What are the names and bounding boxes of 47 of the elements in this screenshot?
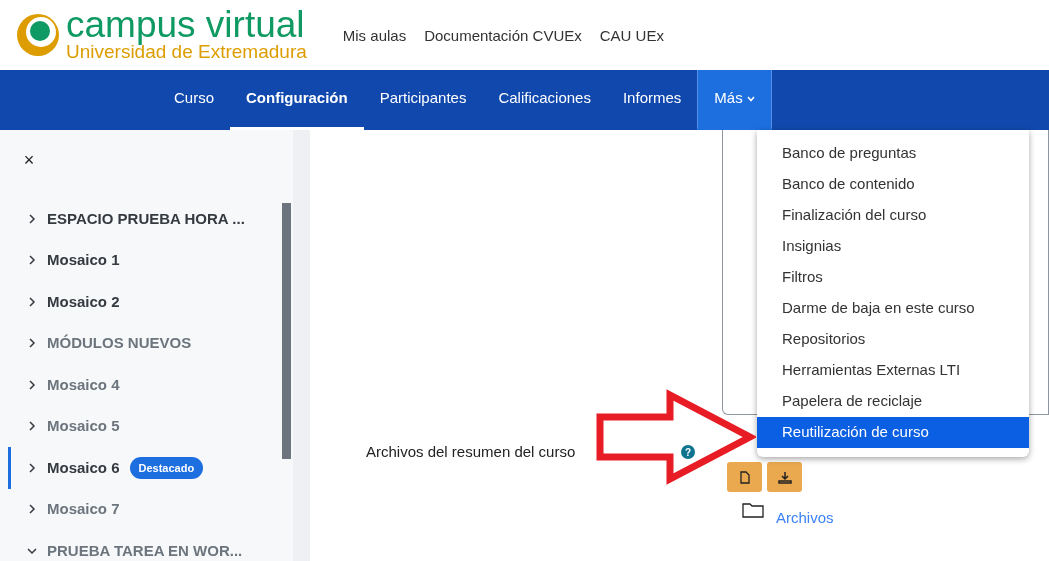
chevron-down-icon (27, 545, 37, 556)
nav-tab[interactable]: Calificaciones (482, 70, 607, 130)
download-icon (777, 470, 792, 484)
logo-icon (16, 13, 60, 57)
sidebar-item[interactable]: PRUEBA TAREA EN WOR... (8, 530, 293, 561)
chevron-right-icon (27, 255, 37, 266)
menu-item[interactable]: Banco de contenido (757, 169, 1029, 200)
top-link[interactable]: Documentación CVUEx (424, 24, 582, 48)
folder-link[interactable]: Archivos (776, 507, 834, 530)
menu-item[interactable]: Herramientas Externas LTI (757, 355, 1029, 386)
menu-item[interactable]: Papelera de reciclaje (757, 386, 1029, 417)
chevron-right-icon (27, 462, 37, 473)
menu-item[interactable]: Insignias (757, 231, 1029, 262)
file-icon (739, 470, 750, 484)
sidebar-item[interactable]: Mosaico 1 (8, 239, 293, 281)
menu-item[interactable]: Reutilización de curso (757, 417, 1029, 448)
file-icon-button[interactable] (727, 462, 762, 492)
chevron-right-icon (27, 379, 37, 390)
nav-tab[interactable]: Curso (158, 70, 230, 130)
menu-item[interactable]: Filtros (757, 262, 1029, 293)
sidebar-item[interactable]: ESPACIO PRUEBA HORA ... (8, 198, 293, 240)
download-button[interactable] (767, 462, 802, 492)
caret-icon (746, 95, 755, 102)
menu-item[interactable]: Repositorios (757, 324, 1029, 355)
close-button[interactable]: × (22, 150, 36, 170)
chevron-right-icon (27, 421, 37, 432)
sidebar-item[interactable]: Mosaico 7 (8, 488, 293, 530)
more-menu-button[interactable]: Más (697, 70, 772, 130)
featured-badge: Destacado (129, 456, 204, 479)
folder-icon (742, 502, 764, 518)
help-icon[interactable]: ? (681, 445, 695, 460)
top-link[interactable]: CAU UEx (599, 24, 664, 48)
menu-item[interactable]: Finalización del curso (757, 200, 1029, 231)
chevron-right-icon (27, 504, 37, 515)
nav-tab[interactable]: Participantes (363, 70, 483, 130)
sidebar-item[interactable]: Mosaico 4 (8, 364, 293, 406)
nav-tab[interactable]: Informes (606, 70, 698, 130)
field-label: Archivos del resumen del curso (366, 442, 577, 462)
menu-item[interactable]: Banco de preguntas (757, 138, 1029, 169)
chevron-right-icon (27, 213, 37, 224)
chevron-right-icon (27, 338, 37, 349)
top-link[interactable]: Mis aulas (342, 24, 407, 48)
sidebar-item[interactable]: Mosaico 2 (8, 281, 293, 323)
menu-item[interactable]: Darme de baja en este curso (757, 293, 1029, 324)
sidebar-item[interactable]: Mosaico 5 (8, 405, 293, 447)
sidebar-item[interactable]: MÓDULOS NUEVOS (8, 322, 293, 364)
chevron-right-icon (27, 296, 37, 307)
